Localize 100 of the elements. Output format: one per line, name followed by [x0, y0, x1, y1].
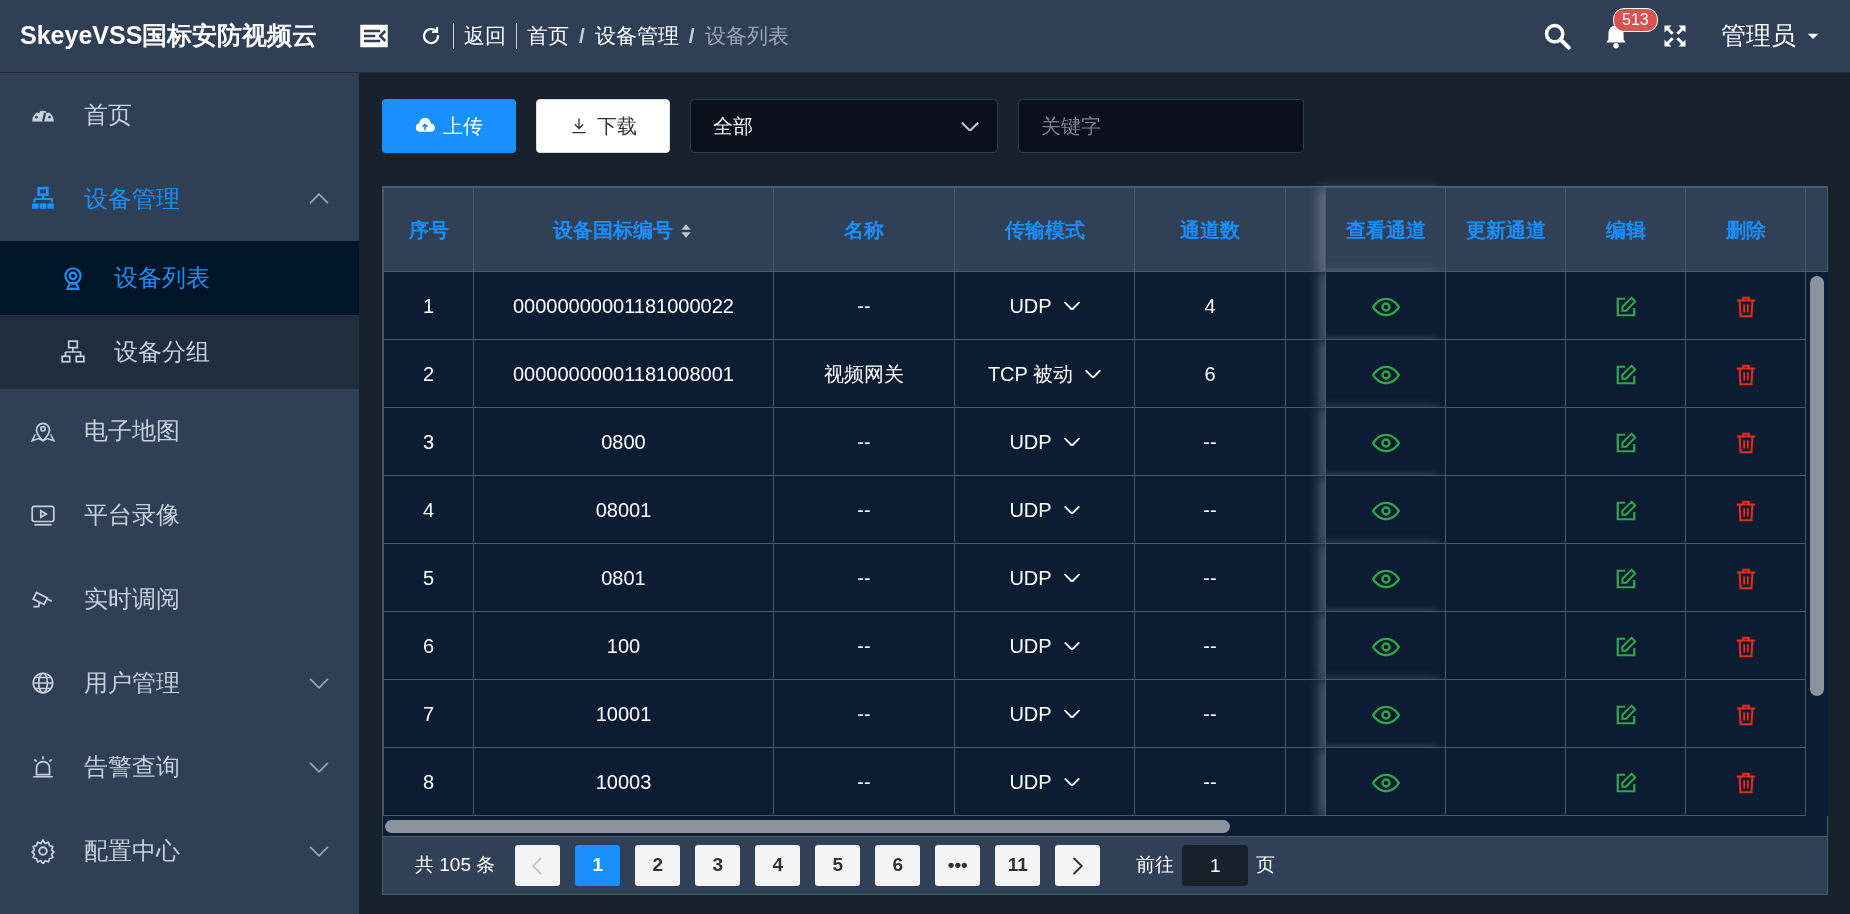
breadcrumb-item: 设备列表 [704, 23, 789, 50]
page-button[interactable]: ••• [935, 845, 981, 886]
chevron-down-icon [1063, 572, 1080, 583]
edit-icon[interactable] [1614, 500, 1637, 523]
table-cell: 2 [422, 362, 435, 385]
transport-select[interactable]: UDP [1009, 494, 1080, 525]
table-cell: -- [1203, 566, 1217, 589]
table-cell: 0800 [601, 430, 646, 453]
user-menu[interactable]: 管理员 [1721, 17, 1796, 55]
sidebar-subitem[interactable]: 设备分组 [0, 315, 359, 389]
hierarchy-icon [60, 339, 86, 365]
settings-icon [30, 838, 56, 864]
table-cell: -- [857, 634, 871, 657]
globe-icon [30, 670, 56, 696]
notification-badge: 513 [1613, 8, 1658, 32]
table-cell: 00000000001181008001 [513, 362, 734, 385]
column-header: 查看通道 [1345, 218, 1426, 241]
chevron-down-icon [1063, 640, 1080, 651]
table-cell: 10001 [595, 702, 652, 725]
breadcrumb-item[interactable]: 设备管理 [594, 20, 679, 52]
breadcrumb-item[interactable]: 首页 [527, 20, 569, 52]
transport-select[interactable]: UDP [1009, 290, 1080, 321]
sidebar-item[interactable]: 用户管理 [0, 641, 359, 725]
download-button[interactable]: 下载 [536, 99, 670, 153]
alarm-icon [30, 754, 56, 780]
sidebar-item[interactable]: 首页 [0, 73, 359, 157]
keyword-field[interactable]: 关键字 [1018, 99, 1304, 153]
trash-icon[interactable] [1734, 771, 1757, 796]
column-header: 名称 [844, 218, 884, 241]
transport-select[interactable]: UDP [1009, 426, 1080, 457]
transport-select[interactable]: UDP [1009, 562, 1080, 593]
chevron-down-icon [961, 120, 979, 132]
breadcrumb-separator: / [579, 23, 585, 50]
trash-icon[interactable] [1734, 635, 1757, 660]
goto-label: 前往 [1136, 853, 1175, 878]
trash-icon[interactable] [1734, 567, 1757, 592]
page-button[interactable]: 3 [695, 845, 741, 886]
table-cell: 4 [422, 498, 435, 521]
page-button[interactable]: 5 [815, 845, 861, 886]
chevron-down-icon [1063, 708, 1080, 719]
sidebar-item[interactable]: 告警查询 [0, 725, 359, 809]
scrollbar-thumb[interactable] [385, 820, 1230, 833]
filter-select[interactable]: 全部 [690, 99, 998, 153]
sidebar-item[interactable]: 配置中心 [0, 809, 359, 893]
edit-icon[interactable] [1614, 568, 1637, 591]
table-cell: 5 [422, 566, 435, 589]
trash-icon[interactable] [1734, 295, 1757, 320]
edit-icon[interactable] [1614, 432, 1637, 455]
table-cell: 8 [422, 770, 435, 793]
network-icon [30, 186, 56, 212]
table-cell: 00000000001181000022 [513, 294, 734, 317]
chevron-down-icon [1063, 504, 1080, 515]
table-cell: 6 [422, 634, 435, 657]
trash-icon[interactable] [1734, 363, 1757, 388]
trash-icon[interactable] [1734, 499, 1757, 524]
sidebar-item[interactable]: 平台录像 [0, 473, 359, 557]
transport-select[interactable]: UDP [1009, 698, 1080, 729]
edit-icon[interactable] [1614, 636, 1637, 659]
page-button[interactable]: 6 [875, 845, 921, 886]
table-cell: 100 [606, 634, 641, 657]
table-cell: -- [857, 566, 871, 589]
table-cell: 0801 [601, 566, 646, 589]
next-page-button[interactable] [1055, 845, 1101, 886]
app-logo: SkeyeVSS国标安防视频云 [19, 20, 319, 52]
edit-icon[interactable] [1614, 364, 1637, 387]
table-cell: 08001 [595, 498, 652, 521]
back-link[interactable]: 返回 [464, 20, 506, 52]
table-cell: -- [1203, 702, 1217, 725]
column-header: 更新通道 [1465, 218, 1546, 241]
trash-icon[interactable] [1734, 703, 1757, 728]
table-cell: 1 [422, 294, 435, 317]
transport-select[interactable]: UDP [1009, 630, 1080, 661]
page-button[interactable]: 4 [755, 845, 801, 886]
chevron-right-icon [1072, 856, 1084, 875]
download-icon [569, 116, 589, 136]
chevron-down-icon [1063, 300, 1080, 311]
edit-icon[interactable] [1614, 704, 1637, 727]
edit-icon[interactable] [1614, 296, 1637, 319]
table-cell: 3 [422, 430, 435, 453]
table-cell: -- [1203, 498, 1217, 521]
chevron-down-icon [1063, 776, 1080, 787]
page-button[interactable]: 2 [635, 845, 681, 886]
sidebar-subitem[interactable]: 设备列表 [0, 241, 359, 315]
trash-icon[interactable] [1734, 431, 1757, 456]
sidebar-item[interactable]: 实时调阅 [0, 557, 359, 641]
scrollbar-thumb[interactable] [1809, 276, 1824, 696]
column-header: 删除 [1725, 218, 1766, 241]
goto-suffix: 页 [1256, 853, 1276, 878]
edit-icon[interactable] [1614, 772, 1637, 795]
table-cell: -- [1203, 430, 1217, 453]
column-header: 编辑 [1605, 218, 1646, 241]
table-cell: -- [1203, 634, 1217, 657]
page-button[interactable]: 11 [995, 845, 1041, 886]
table-cell: 6 [1204, 362, 1216, 385]
search-icon[interactable] [1543, 22, 1571, 50]
page-number-field[interactable]: 1 [1182, 845, 1249, 886]
sidebar-item[interactable]: 电子地图 [0, 389, 359, 473]
table-cell: 10003 [595, 770, 652, 793]
transport-select[interactable]: UDP [1009, 766, 1080, 797]
chevron-left-icon [532, 856, 544, 875]
